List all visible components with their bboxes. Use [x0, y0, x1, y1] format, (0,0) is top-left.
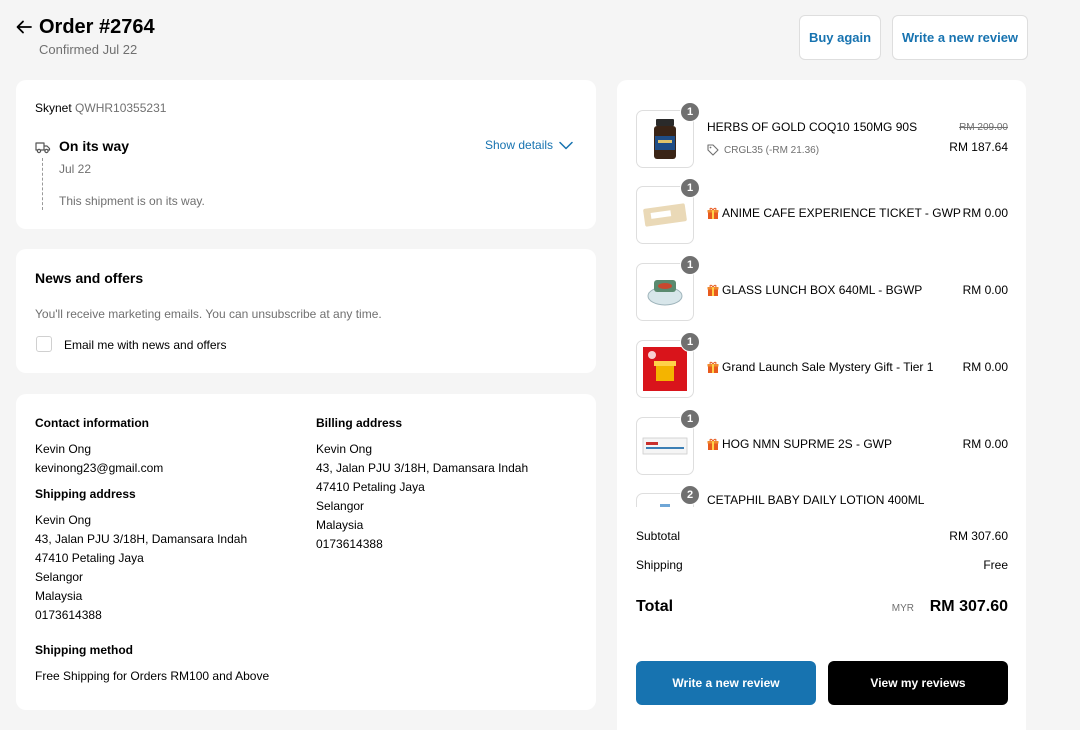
news-description: You'll receive marketing emails. You can…: [35, 307, 382, 321]
total-currency: MYR: [891, 603, 914, 614]
tag-icon: [707, 144, 719, 156]
list-item: 1 HERBS OF GOLD COQ10 150MG 90S RM 209.0…: [636, 102, 1008, 168]
list-item: 2 CETAPHIL BABY DAILY LOTION 400ML: [636, 485, 1008, 507]
quantity-badge: 1: [680, 409, 700, 429]
items-list[interactable]: 1 HERBS OF GOLD COQ10 150MG 90S RM 209.0…: [617, 80, 1026, 507]
product-name-text: ANIME CAFE EXPERIENCE TICKET - GWP: [722, 206, 961, 220]
shipping-address-line: Kevin Ong: [35, 513, 92, 527]
shipping-address-line: Malaysia: [35, 589, 83, 603]
shipment-date: Jul 22: [59, 162, 92, 176]
buy-again-button[interactable]: Buy again: [799, 15, 881, 60]
billing-address-line: 0173614388: [316, 537, 383, 551]
list-item: 1 Grand Launch Sale Mystery Gift - Tier …: [636, 332, 1008, 398]
show-details-label: Show details: [485, 138, 554, 152]
product-price: RM 187.64: [949, 140, 1008, 154]
product-name-text: GLASS LUNCH BOX 640ML - BGWP: [722, 283, 923, 297]
product-name: GLASS LUNCH BOX 640ML - BGWP: [707, 283, 922, 297]
customer-info-card: Contact information Kevin Ong kevinong23…: [16, 394, 596, 710]
product-name-text: Grand Launch Sale Mystery Gift - Tier 1: [722, 360, 934, 374]
total-value: RM 307.60: [929, 598, 1008, 615]
quantity-badge: 1: [680, 332, 700, 352]
news-title: News and offers: [35, 270, 144, 286]
discount-code: CRGL35 (-RM 21.36): [707, 144, 819, 156]
write-review-button-top[interactable]: Write a new review: [892, 15, 1028, 60]
contact-email: kevinong23@gmail.com: [35, 461, 164, 475]
order-summary-card: 1 HERBS OF GOLD COQ10 150MG 90S RM 209.0…: [617, 80, 1026, 730]
quantity-badge: 1: [680, 102, 700, 122]
shipping-address-line: Selangor: [35, 570, 84, 584]
view-reviews-button[interactable]: View my reviews: [828, 661, 1008, 705]
gift-icon: [707, 361, 719, 373]
shipping-address-line: 0173614388: [35, 608, 102, 622]
product-name: HOG NMN SUPRME 2S - GWP: [707, 437, 892, 451]
discount-code-text: CRGL35 (-RM 21.36): [724, 144, 820, 156]
billing-address-line: 43, Jalan PJU 3/18H, Damansara Indah: [316, 461, 529, 475]
carrier-info: Skynet QWHR10355231: [35, 101, 166, 115]
shipping-method-value: Free Shipping for Orders RM100 and Above: [35, 669, 270, 683]
news-card: News and offers You'll receive marketing…: [16, 249, 596, 373]
order-header: Order #2764 Confirmed Jul 22 Buy again W…: [0, 0, 1080, 80]
news-checkbox[interactable]: [36, 336, 52, 352]
shipment-message: This shipment is on its way.: [59, 194, 205, 208]
product-price: RM 0.00: [962, 437, 1008, 451]
page-title: Order #2764: [39, 16, 155, 38]
timeline-line: [42, 158, 43, 210]
list-item: 1 GLASS LUNCH BOX 640ML - BGWP RM 0.00: [636, 255, 1008, 321]
shipping-label: Shipping: [636, 558, 683, 572]
shipment-card: Skynet QWHR10355231 On its way Jul 22 Th…: [16, 80, 596, 229]
info-left-column: Contact information Kevin Ong kevinong23…: [35, 414, 305, 686]
shipping-address-line: 43, Jalan PJU 3/18H, Damansara Indah: [35, 532, 248, 546]
product-name: HERBS OF GOLD COQ10 150MG 90S: [707, 120, 917, 134]
subtotal-value: RM 307.60: [949, 529, 1008, 543]
billing-address-line: Malaysia: [316, 518, 364, 532]
total-label: Total: [636, 598, 674, 615]
show-details-link[interactable]: Show details: [485, 138, 573, 152]
product-price: RM 0.00: [962, 206, 1008, 220]
billing-address-line: 47410 Petaling Jaya: [316, 480, 425, 494]
news-checkbox-label[interactable]: Email me with news and offers: [64, 338, 227, 352]
confirmed-date: Confirmed Jul 22: [39, 42, 138, 57]
billing-address-heading: Billing address: [316, 416, 403, 430]
carrier-name: Skynet: [35, 101, 72, 115]
product-name: ANIME CAFE EXPERIENCE TICKET - GWP: [707, 206, 961, 220]
shipping-method-heading: Shipping method: [35, 643, 133, 657]
quantity-badge: 1: [680, 178, 700, 198]
contact-name: Kevin Ong: [35, 442, 92, 456]
original-price: RM 209.00: [959, 122, 1008, 133]
shipping-value: Free: [983, 558, 1008, 572]
billing-address-line: Selangor: [316, 499, 365, 513]
gift-icon: [707, 284, 719, 296]
product-name-text: CETAPHIL BABY DAILY LOTION 400ML: [707, 493, 925, 507]
shipping-address-heading: Shipping address: [35, 487, 136, 501]
truck-icon: [35, 142, 51, 154]
chevron-down-icon: [559, 141, 573, 149]
tracking-number[interactable]: QWHR10355231: [75, 101, 166, 115]
contact-heading: Contact information: [35, 416, 149, 430]
list-item: 1 HOG NMN SUPRME 2S - GWP RM 0.00: [636, 409, 1008, 475]
shipping-address-line: 47410 Petaling Jaya: [35, 551, 144, 565]
product-price: RM 0.00: [962, 283, 1008, 297]
info-right-column: Billing address Kevin Ong 43, Jalan PJU …: [316, 414, 576, 554]
product-name-text: HERBS OF GOLD COQ10 150MG 90S: [707, 120, 918, 134]
back-arrow-icon[interactable]: [14, 17, 34, 37]
gift-icon: [707, 207, 719, 219]
product-name: Grand Launch Sale Mystery Gift - Tier 1: [707, 360, 933, 374]
billing-address-line: Kevin Ong: [316, 442, 373, 456]
gift-icon: [707, 438, 719, 450]
product-name: CETAPHIL BABY DAILY LOTION 400ML: [707, 493, 924, 507]
shipment-status: On its way: [59, 138, 130, 154]
subtotal-label: Subtotal: [636, 529, 681, 543]
list-item: 1 ANIME CAFE EXPERIENCE TICKET - GWP RM …: [636, 178, 1008, 244]
quantity-badge: 2: [680, 485, 700, 505]
write-review-button[interactable]: Write a new review: [636, 661, 816, 705]
product-price: RM 0.00: [962, 360, 1008, 374]
product-name-text: HOG NMN SUPRME 2S - GWP: [722, 437, 893, 451]
quantity-badge: 1: [680, 255, 700, 275]
